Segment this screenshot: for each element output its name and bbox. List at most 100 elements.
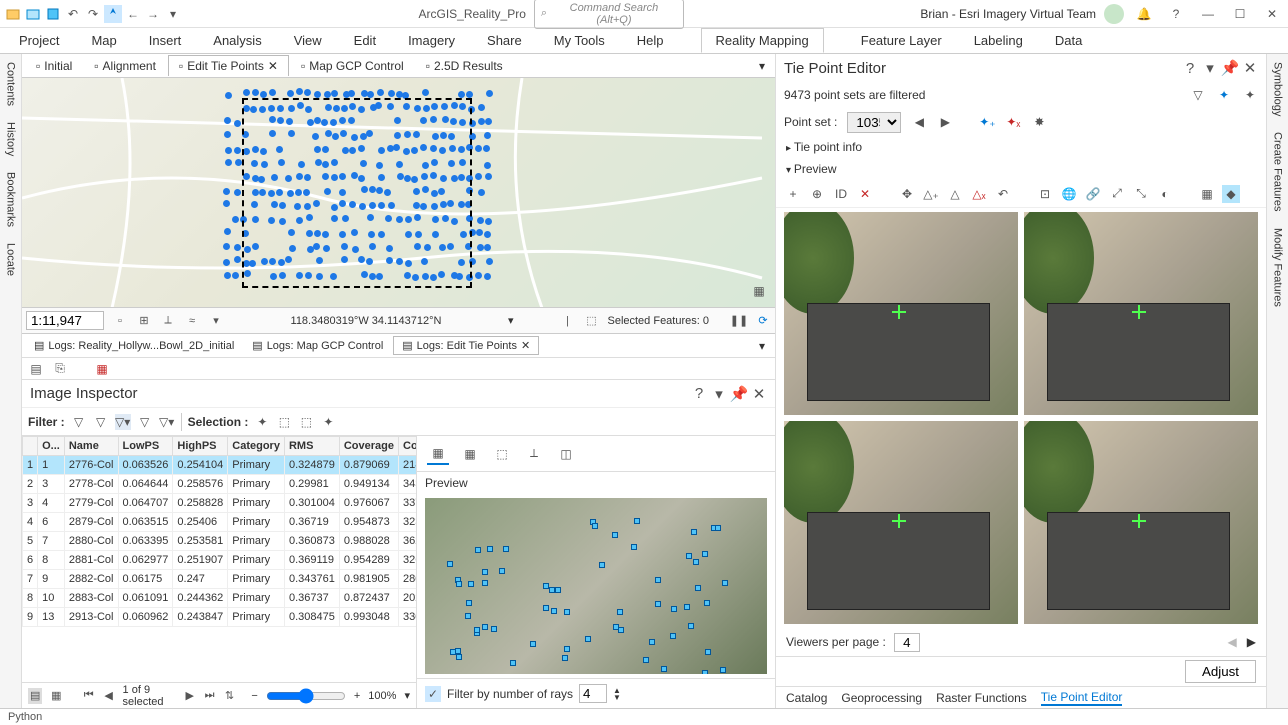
t-globe-icon[interactable]: 🌐	[1060, 185, 1078, 203]
view-tab-map-gcp-control[interactable]: ▫Map GCP Control	[291, 56, 414, 76]
help-icon[interactable]: ?	[1164, 2, 1188, 26]
bottom-tab-tie-point-editor[interactable]: Tie Point Editor	[1041, 690, 1123, 706]
constraints-icon[interactable]: ⟂	[160, 313, 176, 329]
viewers-per-page-input[interactable]	[894, 633, 920, 652]
viewer-4[interactable]	[1024, 421, 1258, 624]
map-view[interactable]: ▦	[22, 78, 775, 308]
table-row[interactable]: 8102883-Col0.0610910.244362Primary0.3673…	[23, 589, 417, 608]
bottom-tab-catalog[interactable]: Catalog	[786, 691, 827, 705]
ribbon-tab-map[interactable]: Map	[76, 28, 131, 53]
grid-icon[interactable]: ⊞	[136, 313, 152, 329]
rail-locate[interactable]: Locate	[3, 241, 19, 278]
ps-next-icon[interactable]: ▶	[937, 114, 953, 130]
view-rows-icon[interactable]: ▤	[28, 688, 42, 704]
rays-check-icon[interactable]: ✓	[425, 686, 441, 702]
tie-pin-icon[interactable]: 📌	[1222, 60, 1238, 76]
filter-icon-4[interactable]: ▽	[137, 414, 153, 430]
undo-icon[interactable]: ↶	[64, 5, 82, 23]
filter-icon-5[interactable]: ▽▾	[159, 414, 175, 430]
t-id-icon[interactable]: ID	[832, 185, 850, 203]
tie-close-icon[interactable]: ✕	[1242, 60, 1258, 76]
filter-icon-1[interactable]: ▽	[71, 414, 87, 430]
prev-icon[interactable]: ◀	[103, 688, 115, 704]
rail-bookmarks[interactable]: Bookmarks	[3, 170, 19, 229]
coordinates[interactable]: 118.3480319°W 34.1143712°N	[232, 315, 500, 327]
col-header[interactable]: RMS	[284, 437, 339, 456]
col-header[interactable]: HighPS	[173, 437, 228, 456]
view-tab-alignment[interactable]: ▫Alignment	[84, 56, 166, 76]
table-row[interactable]: 682881-Col0.0629770.251907Primary0.36911…	[23, 551, 417, 570]
prev-tool-4-icon[interactable]: ⟂	[523, 443, 545, 465]
rail-symbology[interactable]: Symbology	[1270, 60, 1286, 118]
log-copy-icon[interactable]: ⎘	[52, 361, 68, 377]
col-header[interactable]	[23, 437, 38, 456]
tie-add-filter-icon[interactable]: ✦	[1216, 87, 1232, 103]
prev-tool-3-icon[interactable]: ⬚	[491, 443, 513, 465]
coordinates-dropdown-icon[interactable]: ▾	[508, 314, 514, 327]
sel-icon-2[interactable]: ⬚	[276, 414, 292, 430]
statusbar-text[interactable]: Python	[8, 711, 42, 723]
sel-icon-1[interactable]: ✦	[254, 414, 270, 430]
t-link-icon[interactable]: 🔗	[1084, 185, 1102, 203]
col-header[interactable]: Category	[228, 437, 285, 456]
ribbon-tab-view[interactable]: View	[279, 28, 337, 53]
minimize-icon[interactable]: —	[1196, 2, 1220, 26]
ribbon-tab-data[interactable]: Data	[1040, 28, 1097, 53]
rail-modify-features[interactable]: Modify Features	[1270, 226, 1286, 309]
first-icon[interactable]: ⏮	[83, 688, 95, 704]
ribbon-tab-imagery[interactable]: Imagery	[393, 28, 470, 53]
col-header[interactable]: Coverage	[339, 437, 398, 456]
col-header[interactable]: LowPS	[118, 437, 173, 456]
ribbon-tab-help[interactable]: Help	[622, 28, 679, 53]
selection-tools-icon[interactable]: |	[559, 313, 575, 329]
ribbon-tab-project[interactable]: Project	[4, 28, 74, 53]
bottom-tab-raster-functions[interactable]: Raster Functions	[936, 691, 1027, 705]
last-icon[interactable]: ⏭	[204, 688, 216, 704]
preview-image[interactable]	[425, 498, 767, 674]
t-collapse-icon[interactable]: ⤢	[1108, 185, 1126, 203]
t-add-point-icon[interactable]: +	[784, 185, 802, 203]
t-layout-icon[interactable]: ▦	[1198, 185, 1216, 203]
explore-icon[interactable]	[104, 5, 122, 23]
table-row[interactable]: 572880-Col0.0633950.253581Primary0.36087…	[23, 532, 417, 551]
ps-delete-icon[interactable]: ✦ₓ	[1005, 114, 1021, 130]
notifications-icon[interactable]: 🔔	[1132, 2, 1156, 26]
viewer-3[interactable]	[784, 421, 1018, 624]
inspector-help-icon[interactable]: ?	[691, 386, 707, 402]
ps-flash-icon[interactable]: ✸	[1031, 114, 1047, 130]
bottom-tab-geoprocessing[interactable]: Geoprocessing	[841, 691, 922, 705]
ribbon-tab-feature-layer[interactable]: Feature Layer	[846, 28, 957, 53]
ribbon-tab-insert[interactable]: Insert	[134, 28, 197, 53]
ribbon-tab-edit[interactable]: Edit	[339, 28, 391, 53]
refresh-icon[interactable]: ⟳	[755, 313, 771, 329]
sel-icon-4[interactable]: ✦	[320, 414, 336, 430]
log-tab-0[interactable]: ▤Logs: Reality_Hollyw...Bowl_2D_initial	[26, 337, 242, 354]
view-tab-edit-tie-points[interactable]: ▫Edit Tie Points ✕	[168, 55, 289, 76]
snap-icon[interactable]: ▫	[112, 313, 128, 329]
rail-create-features[interactable]: Create Features	[1270, 130, 1286, 213]
tie-point-info-section[interactable]: Tie point info	[776, 136, 1266, 158]
table-row[interactable]: 9132913-Col0.0609620.243847Primary0.3084…	[23, 608, 417, 627]
t-highlight-icon[interactable]: ◆	[1222, 185, 1240, 203]
ribbon-tab-my-tools[interactable]: My Tools	[539, 28, 620, 53]
new-icon[interactable]	[24, 5, 42, 23]
view-tab-2-5d-results[interactable]: ▫2.5D Results	[416, 56, 513, 76]
viewer-1[interactable]	[784, 212, 1018, 415]
table-row[interactable]: 112776-Col0.0635260.254104Primary0.32487…	[23, 456, 417, 475]
avatar[interactable]	[1104, 4, 1124, 24]
corrections-icon[interactable]: ≈	[184, 313, 200, 329]
zoom-plus-icon[interactable]: +	[354, 690, 360, 702]
filter-rays-input[interactable]	[579, 684, 607, 703]
close-icon[interactable]: ✕	[1260, 2, 1284, 26]
viewer-2[interactable]	[1024, 212, 1258, 415]
user-name[interactable]: Brian - Esri Imagery Virtual Team	[920, 7, 1096, 21]
maximize-icon[interactable]: ☐	[1228, 2, 1252, 26]
ribbon-tab-analysis[interactable]: Analysis	[198, 28, 276, 53]
inspector-menu-icon[interactable]: ▾	[711, 386, 727, 402]
table-row[interactable]: 462879-Col0.0635150.25406Primary0.367190…	[23, 513, 417, 532]
basemap-icon[interactable]: ▦	[751, 283, 767, 299]
log-tabs-menu-icon[interactable]: ▾	[753, 337, 771, 355]
zoom-dropdown-icon[interactable]: ▾	[404, 689, 410, 702]
viewer-page-next-icon[interactable]: ▶	[1247, 635, 1256, 649]
prev-tool-5-icon[interactable]: ◫	[555, 443, 577, 465]
